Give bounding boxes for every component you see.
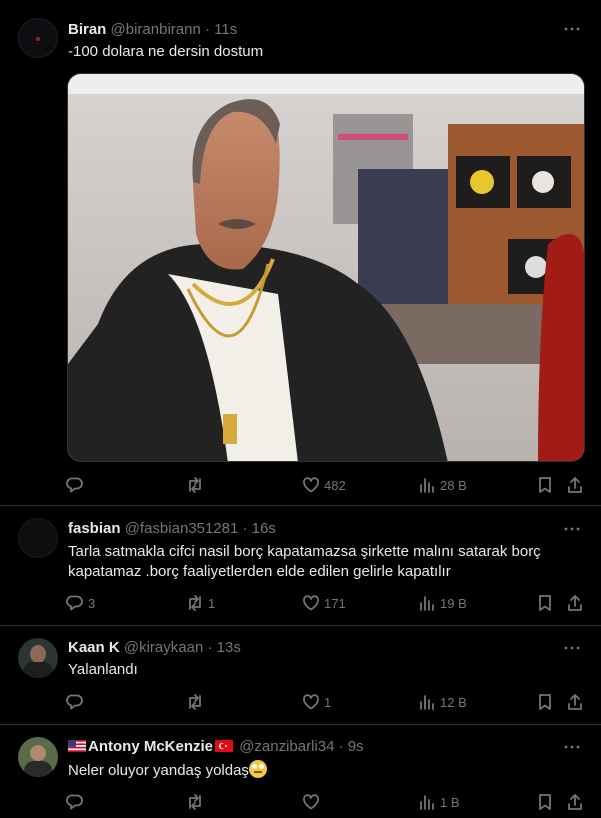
- views-icon: [420, 478, 434, 493]
- like-count: 171: [324, 595, 346, 611]
- views-count: 19 B: [440, 595, 467, 611]
- reply-icon: [66, 694, 83, 710]
- bookmark-icon: [539, 794, 551, 810]
- like-count: 1: [324, 694, 332, 710]
- reply-icon: [66, 477, 83, 493]
- tweet-actions: 482 28 B: [66, 475, 586, 495]
- views-count: 12 B: [440, 694, 467, 710]
- reply-button[interactable]: 3: [66, 593, 95, 613]
- tweet-text: -100 dolara ne dersin dostum: [68, 43, 264, 60]
- bookmark-button[interactable]: [536, 692, 554, 712]
- us-flag-icon: [68, 740, 86, 752]
- tweet-actions: 1 12 B: [66, 692, 586, 712]
- heart-icon: [303, 595, 319, 611]
- like-count: 482: [324, 477, 346, 493]
- tweet-header: Antony McKenzie @zanzibarli34 · 9s: [68, 737, 364, 757]
- retweet-count: 1: [208, 595, 216, 611]
- tr-flag-icon: [215, 740, 234, 752]
- views-button[interactable]: 28 B: [418, 475, 467, 495]
- tweet-4[interactable]: Antony McKenzie @zanzibarli34 · 9s Neler…: [0, 725, 601, 818]
- share-button[interactable]: [566, 475, 584, 495]
- tweet-text: Neler oluyor yandaş yoldaş: [68, 762, 249, 779]
- share-button[interactable]: [566, 593, 584, 613]
- more-icon[interactable]: [563, 738, 581, 756]
- heart-icon: [303, 477, 319, 493]
- share-icon: [568, 694, 582, 710]
- more-icon[interactable]: [563, 520, 581, 538]
- user-handle[interactable]: @biranbirann: [111, 21, 201, 38]
- tweet-text: Yalanlandı: [68, 661, 138, 678]
- avatar[interactable]: [18, 638, 58, 678]
- reply-icon: [66, 595, 83, 611]
- views-icon: [420, 596, 434, 611]
- user-handle[interactable]: @kiraykaan: [124, 639, 203, 656]
- avatar[interactable]: [18, 518, 58, 558]
- timestamp[interactable]: · 16s: [243, 520, 276, 537]
- reply-count: 3: [88, 595, 96, 611]
- retweet-button[interactable]: 1: [186, 593, 215, 613]
- share-button[interactable]: [566, 692, 584, 712]
- tweet-text: Tarla satmakla cifci nasil borç kapatama…: [68, 543, 541, 580]
- reply-button[interactable]: [66, 792, 88, 812]
- avatar[interactable]: [18, 18, 58, 58]
- bookmark-icon: [539, 595, 551, 611]
- timestamp[interactable]: · 11s: [205, 21, 237, 38]
- retweet-button[interactable]: [186, 692, 208, 712]
- bookmark-button[interactable]: [536, 792, 554, 812]
- retweet-button[interactable]: [186, 792, 208, 812]
- views-count: 28 B: [440, 477, 467, 493]
- views-icon: [420, 795, 434, 810]
- rolling-eyes-emoji-icon: [248, 760, 267, 778]
- like-button[interactable]: 171: [302, 593, 346, 613]
- tweet-header: Biran @biranbirann · 11s: [68, 20, 237, 40]
- bookmark-button[interactable]: [536, 593, 554, 613]
- share-button[interactable]: [566, 792, 584, 812]
- avatar[interactable]: [18, 737, 58, 777]
- retweet-icon: [189, 794, 201, 810]
- reply-button[interactable]: [66, 692, 88, 712]
- heart-icon: [303, 694, 319, 710]
- timestamp[interactable]: · 13s: [207, 639, 240, 656]
- user-name[interactable]: Kaan K: [68, 639, 120, 656]
- tweet-actions: 1 B: [66, 792, 586, 812]
- tweet-photo[interactable]: [67, 73, 585, 462]
- retweet-icon: [189, 477, 201, 493]
- retweet-button[interactable]: [186, 475, 208, 495]
- retweet-icon: [189, 595, 201, 611]
- bookmark-icon: [539, 694, 551, 710]
- views-button[interactable]: 19 B: [418, 593, 467, 613]
- user-handle[interactable]: @fasbian351281: [125, 520, 239, 537]
- more-icon[interactable]: [563, 639, 581, 657]
- user-name[interactable]: fasbian: [68, 520, 121, 537]
- share-icon: [568, 595, 582, 611]
- tweet-2[interactable]: fasbian @fasbian351281 · 16s Tarla satma…: [0, 506, 601, 626]
- heart-icon: [303, 794, 319, 810]
- reply-button[interactable]: [66, 475, 88, 495]
- more-icon[interactable]: [563, 20, 581, 38]
- bookmark-button[interactable]: [536, 475, 554, 495]
- like-button[interactable]: 1: [302, 692, 331, 712]
- views-button[interactable]: 1 B: [418, 792, 460, 812]
- tweet-text-row: Neler oluyor yandaş yoldaş: [68, 760, 578, 781]
- bookmark-icon: [539, 477, 551, 493]
- user-name[interactable]: Antony McKenzie: [88, 738, 213, 755]
- like-button[interactable]: [302, 792, 324, 812]
- retweet-icon: [189, 694, 201, 710]
- tweet-1[interactable]: Biran @biranbirann · 11s -100 dolara ne …: [0, 0, 601, 506]
- views-button[interactable]: 12 B: [418, 692, 467, 712]
- tweet-header: Kaan K @kiraykaan · 13s: [68, 638, 241, 658]
- reply-icon: [66, 794, 83, 810]
- user-handle[interactable]: @zanzibarli34: [239, 738, 334, 755]
- user-name[interactable]: Biran: [68, 21, 106, 38]
- views-icon: [420, 695, 434, 710]
- tweet-actions: 3 1 171 19 B: [66, 593, 586, 613]
- tweet-3[interactable]: Kaan K @kiraykaan · 13s Yalanlandı 1 12 …: [0, 626, 601, 725]
- tweet-header: fasbian @fasbian351281 · 16s: [68, 519, 276, 539]
- share-icon: [568, 794, 582, 810]
- views-count: 1 B: [440, 794, 460, 810]
- like-button[interactable]: 482: [302, 475, 346, 495]
- share-icon: [568, 477, 582, 493]
- timestamp[interactable]: · 9s: [339, 738, 364, 755]
